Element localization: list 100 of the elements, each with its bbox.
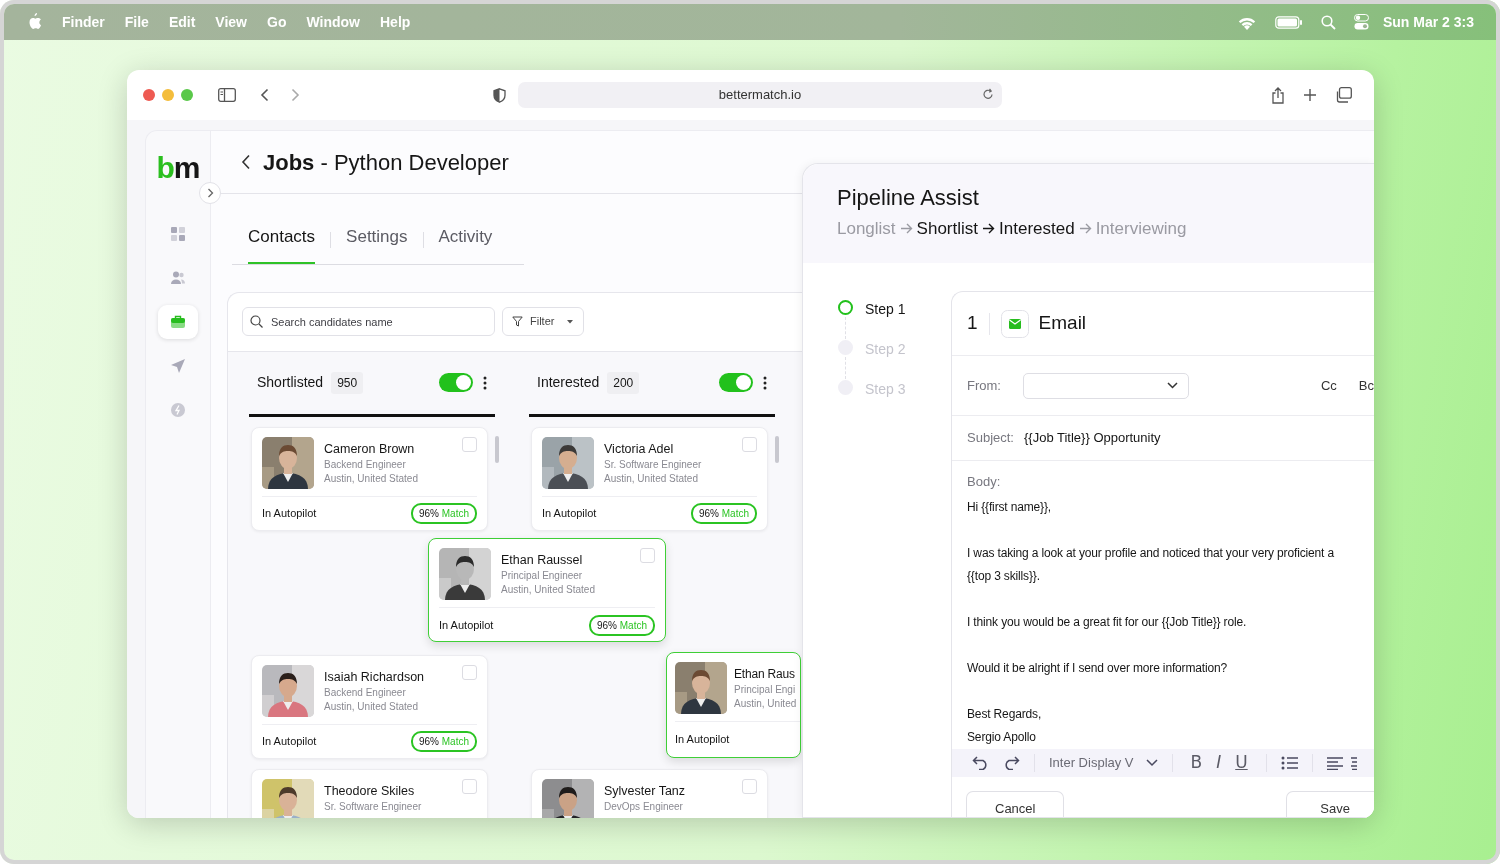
zoom-button[interactable]: [181, 89, 193, 101]
address-bar[interactable]: bettermatch.io: [518, 82, 1002, 108]
back-icon[interactable]: [260, 88, 270, 102]
autopilot-status: In Autopilot: [262, 506, 317, 522]
candidate-location: Austin, United Stated: [324, 471, 418, 486]
checkbox[interactable]: [640, 548, 655, 563]
people-icon: [170, 270, 186, 286]
step-tab[interactable]: Step 1: [865, 299, 906, 320]
body-text: {{top 3 skills}}.: [967, 568, 1041, 585]
candidate-card[interactable]: Ethan Raussel Principal Engineer Austin, United Stated In Autopilot 96% Match: [428, 538, 666, 642]
candidate-name: Victoria Adel: [604, 440, 675, 458]
grid-icon: [170, 226, 186, 242]
mail-icon: [1000, 309, 1029, 338]
align-left-icon[interactable]: [1326, 756, 1343, 770]
candidate-card[interactable]: Sylvester Tanz DevOps Engineer: [531, 768, 768, 818]
candidate-location: Austin, United Stated: [604, 471, 699, 486]
more-icon[interactable]: [763, 375, 767, 390]
autopilot-status: In Autopilot: [675, 731, 730, 747]
bullet-list-icon[interactable]: [1280, 756, 1298, 770]
underline-button[interactable]: U: [1231, 750, 1252, 776]
subject-field[interactable]: {{Job Title}} Opportunity: [1024, 428, 1161, 448]
candidate-location: Austin, United Stated: [501, 583, 595, 597]
field-label: From:: [967, 376, 1001, 395]
checkbox[interactable]: [462, 664, 477, 680]
cancel-button[interactable]: Cancel: [966, 791, 1065, 817]
candidate-name: Isaiah Richardson: [324, 668, 425, 686]
match-badge: 96% Match: [588, 614, 655, 636]
forward-icon[interactable]: [290, 88, 300, 102]
candidate-name: Cameron Brown: [324, 440, 416, 458]
chevron-down-icon: [1145, 759, 1158, 767]
candidate-card[interactable]: Isaiah Richardson Backend Engineer Austin, United Stated In Autopilot 96% Match: [251, 654, 488, 759]
body-text: Sergio Apollo: [967, 729, 1037, 746]
candidate-card[interactable]: Ethan Raus Principal Engi Austin, United In Autopilot: [666, 652, 801, 758]
tab[interactable]: Contacts: [248, 224, 316, 264]
shield-icon[interactable]: [493, 87, 506, 103]
candidate-name: Ethan Raus: [734, 666, 796, 683]
url-text: bettermatch.io: [718, 86, 802, 105]
logo[interactable]: bm: [156, 153, 200, 183]
pipeline-stage: Longlist: [837, 218, 896, 240]
body-text: Hi {{first name}},: [967, 499, 1052, 516]
pipeline-stage: Interested: [999, 218, 1075, 240]
body-text: Would it be alright if I send over more information?: [967, 660, 1229, 677]
arrow-icon: [899, 223, 913, 235]
from-select[interactable]: [1022, 372, 1189, 399]
count-badge: 200: [607, 371, 640, 394]
tab[interactable]: Activity: [438, 224, 493, 264]
battery-icon[interactable]: [1274, 15, 1303, 29]
search-icon[interactable]: [1320, 14, 1336, 30]
coin-icon: [170, 402, 186, 418]
cc-link[interactable]: Cc: [1320, 375, 1337, 396]
undo-icon[interactable]: [972, 756, 990, 770]
match-badge: 96% Match: [410, 731, 477, 752]
arrow-icon: [982, 223, 996, 235]
sidebar-icon[interactable]: [218, 88, 236, 102]
panel-title: Pipeline Assist: [837, 184, 980, 212]
toggle-switch[interactable]: [439, 373, 473, 392]
back-icon[interactable]: [241, 154, 251, 170]
plus-icon[interactable]: [1303, 88, 1317, 102]
candidate-role: Principal Engineer: [501, 569, 584, 583]
candidate-location: Austin, United Stated: [324, 699, 419, 714]
candidate-role: DevOps Engineer: [604, 799, 684, 814]
tabs-icon[interactable]: [1335, 87, 1352, 103]
reload-icon[interactable]: [982, 88, 994, 100]
candidate-card[interactable]: Cameron Brown Backend Engineer Austin, United Stated In Autopilot 96% Match: [251, 426, 488, 531]
share-icon[interactable]: [1271, 86, 1285, 104]
scrollbar[interactable]: [775, 435, 779, 463]
redo-icon[interactable]: [1002, 756, 1020, 770]
checkbox[interactable]: [742, 436, 757, 452]
sidebar-item[interactable]: [158, 305, 198, 339]
bold-button[interactable]: B: [1186, 750, 1207, 776]
candidate-card[interactable]: Theodore Skiles Sr. Software Engineer: [251, 768, 488, 818]
candidate-role: Principal Engi: [734, 683, 797, 697]
minimize-button[interactable]: [162, 89, 174, 101]
step-number: 1: [967, 311, 978, 336]
candidate-card[interactable]: Victoria Adel Sr. Software Engineer Austin, United Stated In Autopilot 96% Match: [531, 426, 768, 531]
checkbox[interactable]: [462, 436, 477, 452]
control-center-icon[interactable]: [1353, 14, 1369, 30]
body-text: I was taking a look at your profile and noticed that your very proficient a: [967, 545, 1335, 562]
scrollbar[interactable]: [495, 435, 499, 463]
close-button[interactable]: [143, 89, 155, 101]
toggle-switch[interactable]: [719, 373, 753, 392]
save-button[interactable]: Save: [1286, 791, 1374, 817]
column-title: Interested: [537, 373, 600, 392]
search-field[interactable]: Search candidates name: [242, 307, 495, 336]
briefcase-icon: [170, 314, 186, 330]
align-center-icon[interactable]: [1350, 756, 1357, 770]
candidate-role: Backend Engineer: [324, 685, 407, 700]
filter-icon: [512, 316, 523, 327]
tab[interactable]: Settings: [346, 224, 408, 264]
italic-button[interactable]: I: [1212, 750, 1226, 776]
arrow-icon: [1078, 223, 1092, 235]
bcc-link[interactable]: Bc: [1358, 375, 1374, 396]
checkbox[interactable]: [742, 778, 757, 794]
filter-button[interactable]: Filter: [502, 307, 584, 336]
candidate-role: Sr. Software Engineer: [324, 799, 422, 814]
more-icon[interactable]: [483, 375, 487, 390]
checkbox[interactable]: [462, 778, 477, 794]
page-title: Jobs - Python Developer: [263, 148, 509, 177]
font-select[interactable]: Inter Display V: [1049, 753, 1158, 773]
pipeline-stage: Interviewing: [1095, 218, 1187, 240]
